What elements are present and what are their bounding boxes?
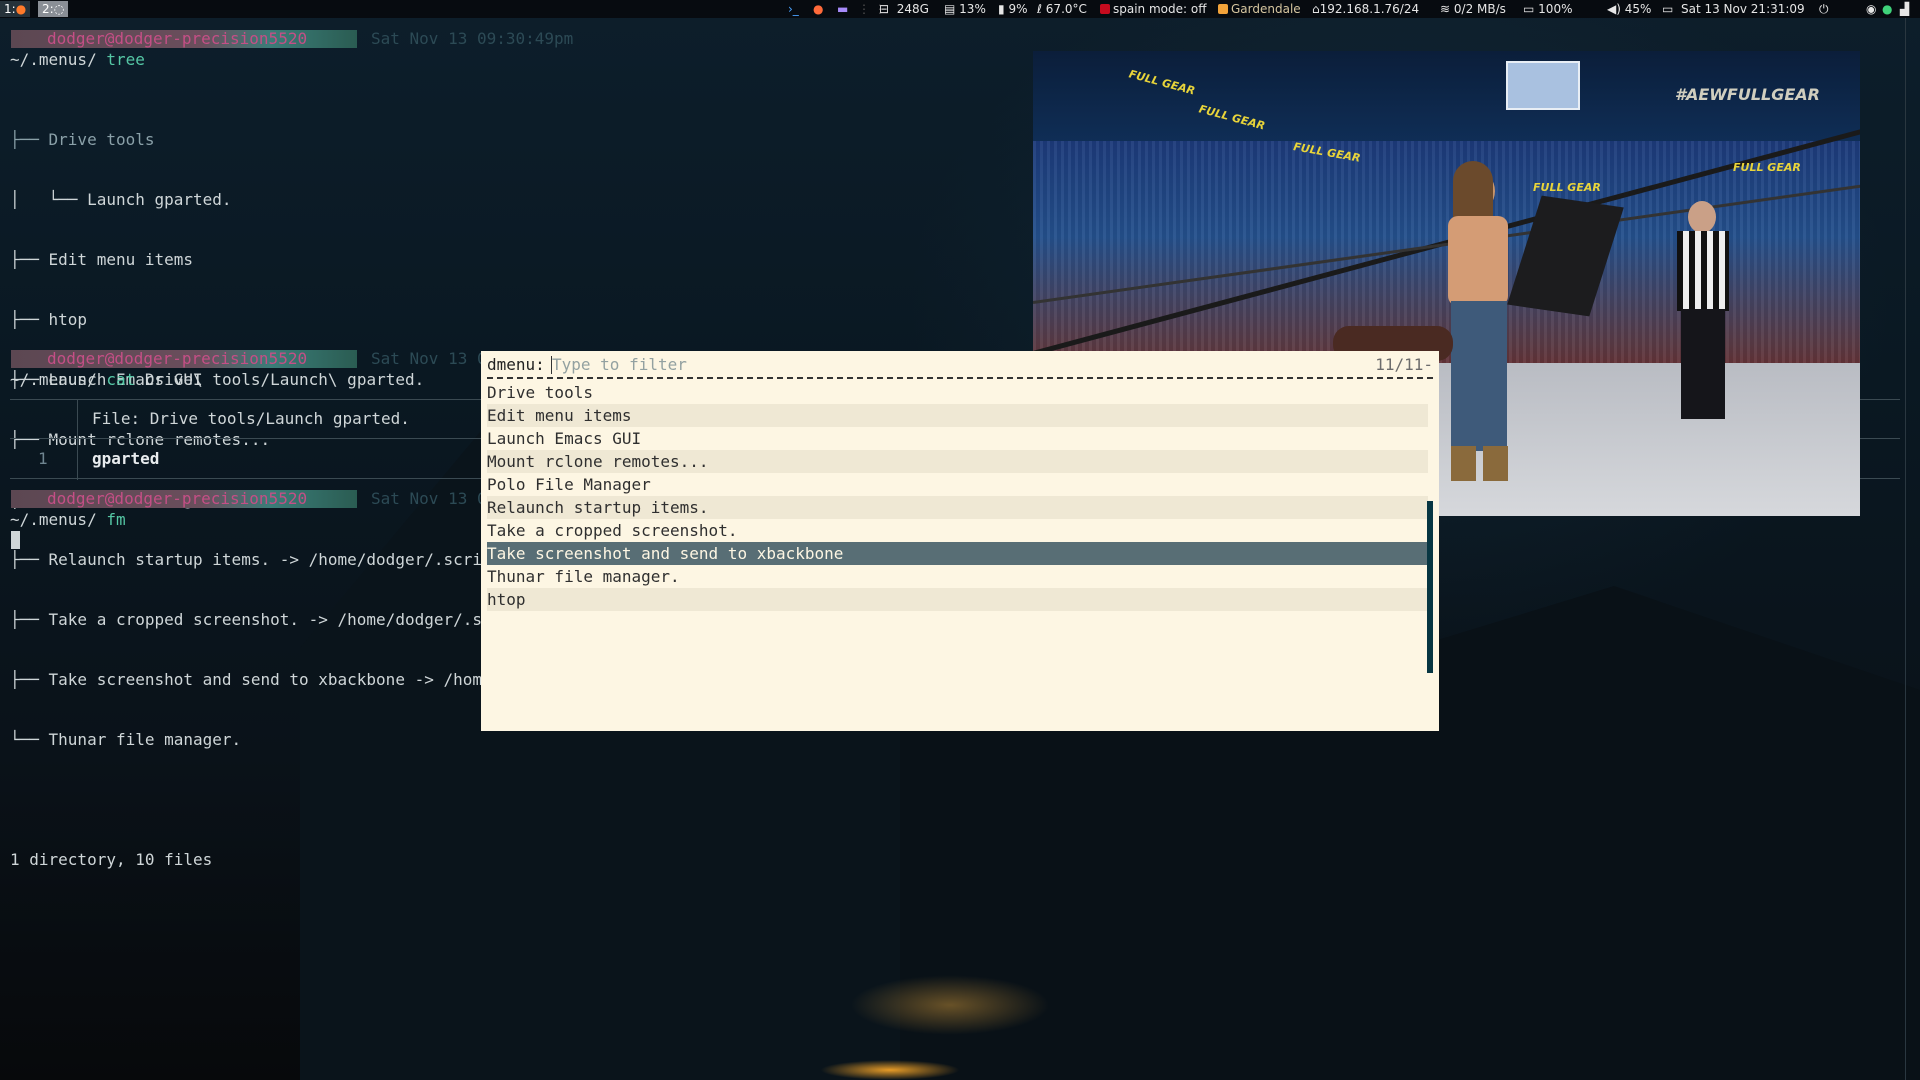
video-banner: FULL GEAR (1733, 161, 1801, 174)
network-status: ≋ 0/2 MB/s (1440, 2, 1506, 16)
firefox-icon: ● (15, 2, 27, 16)
dmenu-launcher: dmenu: Type to filter 11/11- Drive tools… (481, 351, 1439, 731)
signal-icon: ▟ (1900, 2, 1910, 16)
video-banner: FULL GEAR (1127, 67, 1197, 98)
prompt-user: dodger@dodger-precision5520 (47, 489, 308, 508)
dmenu-filter-input[interactable]: Type to filter (552, 355, 687, 375)
battery-icon: ▭ (1523, 2, 1535, 16)
terminal-cursor[interactable] (11, 531, 20, 549)
command-line: ~/.menus/ cat Drive\ tools/Launch\ gpart… (10, 370, 424, 390)
dmenu-count: 11/11- (1375, 355, 1433, 374)
tree-line: └── Thunar file manager. (10, 730, 242, 749)
wifi-icon: ≋ (1440, 2, 1451, 16)
thermometer-icon: ℓ (1037, 2, 1042, 16)
workspace-2[interactable]: 2:◌ (38, 1, 69, 17)
tree-line: │ └── Launch gparted. (10, 190, 232, 209)
discord-icon[interactable]: ◉ (1866, 0, 1876, 18)
dmenu-item[interactable]: htop (487, 588, 1428, 611)
video-banner: FULL GEAR (1197, 102, 1267, 133)
home-icon: ⌂ (1312, 2, 1320, 16)
workspace-1[interactable]: 1:● (0, 1, 31, 17)
prompt-timestamp: Sat Nov 13 09:30:49pm (371, 29, 574, 48)
battery-status: ▭ 100% (1523, 2, 1573, 16)
dmenu-item[interactable]: Launch Emacs GUI (487, 427, 1428, 450)
firefox-tray-icon[interactable]: ● (813, 0, 823, 18)
folder-icon[interactable]: ▬ (837, 0, 848, 18)
dmenu-item[interactable]: Mount rclone remotes... (487, 450, 1428, 473)
status-bar: 1:● 2:◌ ›_ ● ▬ ⋮ ⋮ ⊟ 248G ▤ 13% ▮ 9% ℓ 6… (0, 0, 1920, 18)
flag-icon (1100, 4, 1110, 14)
prompt-path: ~/.menus/ (10, 50, 97, 69)
prompt-timestamp: Sat Nov 13 0 (371, 349, 487, 368)
prompt-user: dodger@dodger-precision5520 (47, 29, 308, 48)
disk-icon: ⊟ (879, 2, 890, 16)
command-args: Drive\ tools/Launch\ gparted. (144, 370, 425, 389)
bat-file-label: File: Drive tools/Launch gparted. (92, 409, 410, 428)
tree-line: ├── Edit menu items (10, 250, 194, 269)
dmenu-item[interactable]: Polo File Manager (487, 473, 1428, 496)
weather-icon (1218, 4, 1228, 14)
command-text: fm (106, 510, 126, 529)
dmenu-list: Drive tools Edit menu items Launch Emacs… (487, 381, 1428, 611)
command-text: tree (106, 50, 145, 69)
tree-line: ├── Drive tools (10, 130, 155, 149)
disk-status: ⊟ 248G (879, 2, 929, 16)
prompt-path: ~/.menus/ (10, 370, 97, 389)
video-referee (1673, 201, 1733, 431)
dmenu-prompt: dmenu: (487, 355, 545, 374)
background-city-lights (820, 1060, 960, 1080)
command-line: ~/.menus/ tree (10, 50, 145, 70)
dmenu-scrollbar[interactable] (1427, 501, 1433, 673)
volume-status[interactable]: ◀) 45% (1607, 0, 1651, 18)
background-city-lights (850, 975, 1050, 1035)
weather-status: Gardendale (1218, 0, 1301, 18)
prompt-timestamp: Sat Nov 13 0 (371, 489, 487, 508)
command-text: cat (106, 370, 136, 389)
video-hashtag: #AEWFULLGEAR (1674, 85, 1820, 104)
chat-icon: ◌ (53, 2, 65, 16)
cpu-icon: ▮ (998, 2, 1005, 16)
prompt-path: ~/.menus/ (10, 510, 97, 529)
tree-summary: 1 directory, 10 files (10, 850, 213, 869)
dmenu-item[interactable]: Thunar file manager. (487, 565, 1428, 588)
terminal-icon[interactable]: ›_ (788, 0, 799, 18)
bat-line-number: 1 (38, 449, 48, 468)
window-border (1905, 18, 1906, 1080)
power-icon[interactable]: ⏻ (1819, 0, 1829, 18)
workspace-label: 1: (4, 2, 16, 16)
clock-status: ▭ Sat 13 Nov 21:31:09 (1662, 2, 1805, 16)
speaker-icon: ◀) (1607, 2, 1621, 16)
dmenu-separator (487, 377, 1433, 379)
tree-line: ├── htop (10, 310, 88, 329)
bat-line-text: gparted (92, 449, 160, 468)
memory-icon: ▤ (944, 2, 956, 16)
bat-border (77, 400, 78, 480)
dmenu-item[interactable]: Edit menu items (487, 404, 1428, 427)
video-banner: FULL GEAR (1533, 181, 1601, 194)
keyboard-status: spain mode: off (1100, 0, 1206, 18)
temperature-status: ℓ 67.0°C (1037, 2, 1087, 16)
dmenu-item[interactable]: Take a cropped screenshot. (487, 519, 1428, 542)
ip-status: ⌂192.168.1.76/24 (1312, 2, 1420, 16)
dmenu-item[interactable]: Drive tools (487, 381, 1428, 404)
workspace-label: 2: (42, 2, 54, 16)
update-icon[interactable]: ● (1882, 0, 1892, 18)
keyboard-icon: ▭ (1662, 2, 1674, 16)
memory-status: ▤ 13% (944, 2, 986, 16)
command-line: ~/.menus/ fm (10, 510, 126, 530)
video-arena-screen (1506, 61, 1580, 110)
dmenu-item[interactable]: Relaunch startup items. (487, 496, 1428, 519)
cpu-status: ▮ 9% (998, 2, 1028, 16)
prompt-user: dodger@dodger-precision5520 (47, 349, 308, 368)
dmenu-item-selected[interactable]: Take screenshot and send to xbackbone (487, 542, 1428, 565)
